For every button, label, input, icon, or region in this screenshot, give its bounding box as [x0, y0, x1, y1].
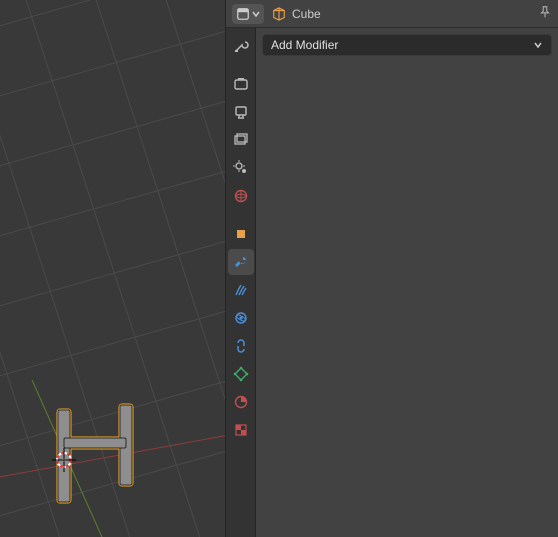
scene-tab[interactable]: [228, 155, 254, 181]
properties-tab-column: [226, 28, 256, 537]
texture-icon: [233, 422, 249, 438]
properties-header: Cube: [226, 0, 558, 28]
scene-icon: [233, 160, 249, 176]
object-tab[interactable]: [228, 221, 254, 247]
editor-type-dropdown[interactable]: [232, 4, 264, 24]
chevron-down-icon: [533, 40, 543, 50]
properties-panel: Cube: [225, 0, 558, 537]
3d-cursor: [52, 448, 76, 472]
wrench-icon: [233, 254, 249, 270]
material-icon: [233, 394, 249, 410]
world-tab[interactable]: [228, 183, 254, 209]
chevron-down-icon: [252, 7, 260, 21]
data-tab[interactable]: [228, 361, 254, 387]
pin-button[interactable]: [538, 5, 552, 22]
object-name: Cube: [292, 7, 321, 21]
x-axis: [0, 422, 225, 486]
pin-icon: [538, 5, 552, 19]
viewlayer-tab[interactable]: [228, 127, 254, 153]
tool-tab[interactable]: [228, 33, 254, 59]
particle-icon: [233, 282, 249, 298]
render-icon: [233, 76, 249, 92]
mesh-data-icon: [233, 366, 249, 382]
3d-viewport[interactable]: [0, 0, 225, 537]
viewlayer-icon: [233, 132, 249, 148]
constraint-tab[interactable]: [228, 333, 254, 359]
selected-object[interactable]: [58, 405, 132, 502]
texture-tab[interactable]: [228, 417, 254, 443]
world-icon: [233, 188, 249, 204]
tool-icon: [233, 38, 249, 54]
properties-body: Add Modifier: [226, 28, 558, 537]
viewport-canvas: [0, 0, 225, 537]
mesh-cube-icon: [272, 7, 286, 21]
editor-type-icon: [236, 7, 250, 21]
add-modifier-dropdown[interactable]: Add Modifier: [262, 34, 552, 56]
constraint-icon: [233, 338, 249, 354]
modifier-panel-content: Add Modifier: [256, 28, 558, 537]
particle-tab[interactable]: [228, 277, 254, 303]
physics-tab[interactable]: [228, 305, 254, 331]
modifier-tab[interactable]: [228, 249, 254, 275]
material-tab[interactable]: [228, 389, 254, 415]
physics-icon: [233, 310, 249, 326]
render-tab[interactable]: [228, 71, 254, 97]
y-axis: [32, 380, 130, 537]
context-breadcrumb[interactable]: Cube: [272, 7, 530, 21]
output-tab[interactable]: [228, 99, 254, 125]
add-modifier-label: Add Modifier: [271, 38, 338, 52]
output-icon: [233, 104, 249, 120]
app-root: Cube: [0, 0, 558, 537]
object-icon: [233, 226, 249, 242]
